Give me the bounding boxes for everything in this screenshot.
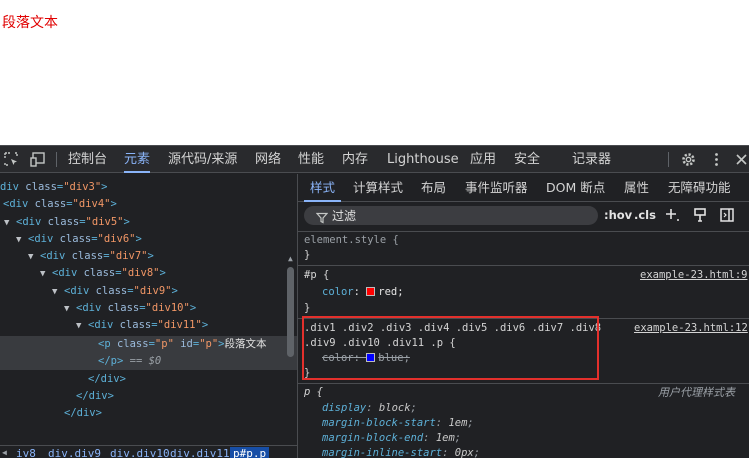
breadcrumb: ◀ iv8 div.div9 div.div10 div.div11 p#p.p — [0, 445, 297, 458]
tab-performance[interactable]: 性能 — [298, 146, 324, 173]
declaration[interactable]: margin-block-end: 1em; — [322, 431, 461, 446]
breadcrumb-item[interactable]: iv8 — [16, 447, 36, 458]
tab-lighthouse[interactable]: Lighthouse — [387, 146, 459, 173]
tab-recorder[interactable]: 记录器 — [572, 146, 611, 173]
breadcrumb-item[interactable]: div.div9 — [48, 447, 101, 458]
dom-node-div5[interactable]: ▼ <div class="div5"> — [0, 214, 297, 231]
toggle-sidebar-icon[interactable] — [719, 207, 735, 227]
elements-vertical-scrollbar[interactable] — [287, 267, 294, 357]
more-options-icon[interactable] — [708, 151, 725, 168]
styles-filter-input[interactable] — [332, 207, 572, 224]
rule-selector: #p { — [304, 269, 330, 281]
selected-node-text: 段落文本 — [224, 338, 267, 350]
expand-triangle-icon[interactable]: ▼ — [40, 266, 52, 283]
highlight-box — [302, 316, 599, 380]
close-icon[interactable] — [733, 151, 749, 168]
rule-close-brace: } — [304, 302, 311, 314]
dom-node-close-div11[interactable]: </div> — [0, 371, 297, 388]
class-toggle[interactable]: .cls — [634, 208, 656, 223]
filter-icon — [315, 209, 329, 228]
divider — [298, 231, 749, 232]
expand-triangle-icon[interactable]: ▼ — [16, 232, 28, 249]
declaration[interactable]: color: red; — [322, 285, 404, 300]
declaration[interactable]: margin-inline-start: 0px; — [322, 446, 480, 458]
declaration[interactable]: display: block; — [322, 401, 417, 416]
dom-node-div4[interactable]: <div class="div4"> — [0, 196, 297, 213]
expand-triangle-icon[interactable]: ▼ — [4, 215, 16, 232]
expand-triangle-icon[interactable]: ▼ — [64, 301, 76, 318]
element-state-icon[interactable] — [692, 207, 708, 227]
rule-selector: p { — [304, 386, 323, 398]
rule-source-link[interactable]: example-23.html:9 — [640, 268, 747, 283]
filter-bar[interactable] — [304, 206, 598, 225]
elements-tree: div class="div3"> <div class="div4"> ▼ <d… — [0, 174, 297, 438]
console-reference: == $0 — [129, 355, 162, 367]
divider — [298, 265, 749, 266]
toolbar-divider — [56, 152, 57, 167]
tab-console[interactable]: 控制台 — [68, 146, 107, 173]
tab-computed[interactable]: 计算样式 — [353, 174, 403, 202]
tab-properties[interactable]: 属性 — [624, 174, 649, 202]
toolbar-divider — [668, 152, 669, 167]
tab-styles[interactable]: 样式 — [303, 174, 342, 202]
dom-node-p-selected[interactable]: <p class="p" id="p">段落文本 — [0, 336, 297, 353]
scroll-up-arrow-icon[interactable]: ▲ — [288, 254, 293, 263]
breadcrumb-item[interactable]: div.div10 — [110, 447, 170, 458]
device-toolbar-icon[interactable] — [29, 151, 46, 168]
dom-node-div6[interactable]: ▼ <div class="div6"> — [0, 231, 297, 248]
tab-elements[interactable]: 元素 — [124, 146, 151, 173]
dom-node-div8[interactable]: ▼ <div class="div8"> — [0, 265, 297, 282]
rule-source-link[interactable]: example-23.html:12 — [634, 321, 748, 336]
expand-triangle-icon[interactable]: ▼ — [76, 318, 88, 335]
page-viewport: 段落文本 — [0, 0, 749, 145]
breadcrumb-item-selected[interactable]: p#p.p — [230, 447, 270, 458]
breadcrumb-left-arrow-icon[interactable]: ◀ — [2, 448, 7, 457]
dom-node-div9[interactable]: ▼ <div class="div9"> — [0, 283, 297, 300]
rule-close-brace: } — [304, 249, 311, 261]
inspect-element-icon[interactable] — [3, 151, 20, 168]
divider — [298, 383, 749, 384]
devtools-toolbar: 控制台 元素 源代码/来源 网络 性能 内存 Lighthouse 应用 安全 … — [0, 146, 749, 173]
dom-node-close-div9[interactable]: </div> — [0, 405, 297, 422]
paragraph[interactable]: 段落文本 — [2, 12, 58, 32]
tab-memory[interactable]: 内存 — [342, 146, 368, 173]
declaration[interactable]: margin-block-start: 1em; — [322, 416, 474, 431]
devtools-panel: 控制台 元素 源代码/来源 网络 性能 内存 Lighthouse 应用 安全 … — [0, 145, 749, 458]
hover-state-toggle[interactable]: :hov — [604, 208, 632, 223]
tab-security[interactable]: 安全 — [514, 146, 540, 173]
tab-application[interactable]: 应用 — [470, 146, 496, 173]
expand-triangle-icon[interactable]: ▼ — [28, 249, 40, 266]
expand-triangle-icon[interactable]: ▼ — [52, 284, 64, 301]
dom-node-div7[interactable]: ▼ <div class="div7"> — [0, 248, 297, 265]
rule-selector: element.style { — [304, 234, 399, 246]
tab-accessibility[interactable]: 无障碍功能 — [668, 174, 731, 202]
sidebar-tabs: 样式 计算样式 布局 事件监听器 DOM 断点 属性 无障碍功能 — [298, 174, 749, 202]
tab-sources[interactable]: 源代码/来源 — [168, 146, 237, 173]
tab-network[interactable]: 网络 — [255, 146, 281, 173]
dom-node-p-close[interactable]: </p> == $0 — [0, 353, 297, 370]
breadcrumb-item[interactable]: div.div11 — [170, 447, 230, 458]
add-style-rule-icon[interactable] — [664, 207, 680, 227]
tab-layout[interactable]: 布局 — [421, 174, 446, 202]
tab-event-listeners[interactable]: 事件监听器 — [465, 174, 528, 202]
dom-node-div10[interactable]: ▼ <div class="div10"> — [0, 300, 297, 317]
color-swatch[interactable] — [366, 287, 376, 296]
tab-dom-breakpoints[interactable]: DOM 断点 — [546, 174, 605, 202]
dom-node-close-div10[interactable]: </div> — [0, 388, 297, 405]
user-agent-stylesheet-label: 用户代理样式表 — [658, 386, 735, 399]
dom-node-div11[interactable]: ▼ <div class="div11"> — [0, 317, 297, 334]
dom-node-div3[interactable]: div class="div3"> — [0, 179, 297, 196]
gear-icon[interactable] — [680, 151, 697, 168]
